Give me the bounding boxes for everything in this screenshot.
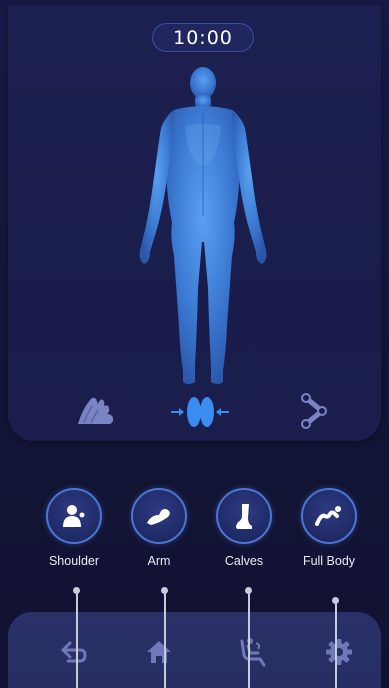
roller-icon[interactable] (298, 392, 338, 430)
hand-massage-icon[interactable] (72, 392, 120, 428)
callout-line (335, 603, 337, 688)
home-button[interactable] (143, 636, 175, 668)
home-icon (147, 641, 171, 663)
foot-pressure-icon[interactable] (168, 394, 232, 430)
back-icon (61, 641, 87, 663)
callout-line (164, 593, 166, 688)
callout-line (248, 593, 250, 688)
settings-icon (326, 639, 352, 665)
full-body-label: Full Body (302, 554, 356, 568)
arm-label: Arm (147, 554, 171, 568)
shoulder-button[interactable]: Shoulder (43, 488, 105, 568)
timer-display[interactable]: 10:00 (152, 23, 254, 52)
back-button[interactable] (58, 636, 90, 668)
calves-icon-circle[interactable] (216, 488, 272, 544)
arm-button[interactable]: Arm (128, 488, 190, 568)
massage-control-screen: 10:00 Shoulder Arm Calves Full Body (0, 0, 389, 688)
callout-line (76, 593, 78, 688)
massage-chair-button[interactable] (236, 636, 268, 668)
shoulder-icon (63, 505, 85, 527)
full-body-icon (315, 506, 341, 526)
calves-button[interactable]: Calves (213, 488, 275, 568)
arm-icon-circle[interactable] (131, 488, 187, 544)
shoulder-label: Shoulder (48, 554, 100, 568)
calves-icon (236, 504, 252, 529)
settings-button[interactable] (323, 636, 355, 668)
calves-label: Calves (224, 554, 264, 568)
shoulder-icon-circle[interactable] (46, 488, 102, 544)
body-figure (139, 67, 267, 384)
full-body-icon-circle[interactable] (301, 488, 357, 544)
full-body-button[interactable]: Full Body (298, 488, 360, 568)
massage-chair-icon (240, 638, 266, 667)
arm-icon (147, 509, 170, 525)
